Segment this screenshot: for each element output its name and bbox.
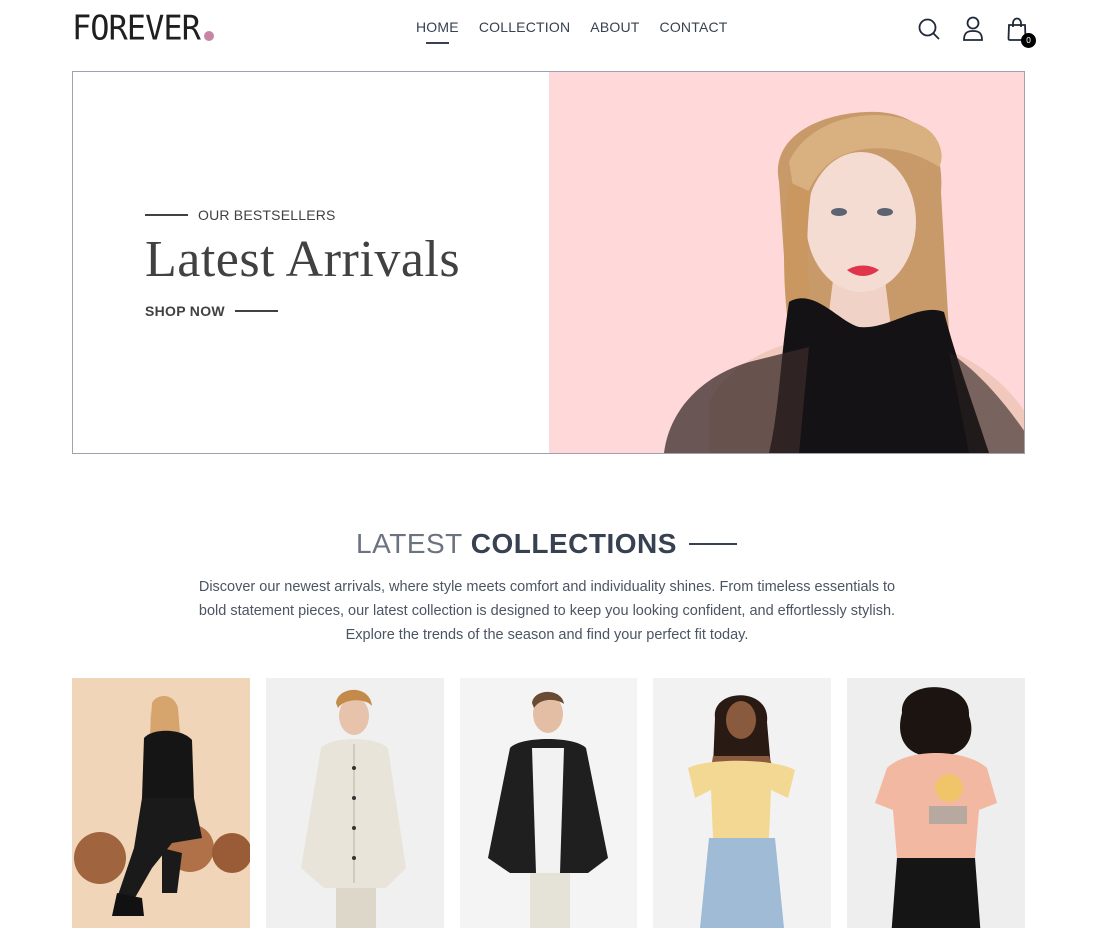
brand-name: FOREVER — [72, 8, 201, 48]
main-nav: HOME COLLECTION ABOUT CONTACT — [416, 19, 728, 44]
hero-image — [548, 72, 1024, 453]
nav-icons: 0 — [917, 16, 1036, 48]
product-grid — [72, 678, 1025, 928]
cart-button[interactable]: 0 — [1005, 16, 1036, 48]
hero-title: Latest Arrivals — [145, 231, 461, 288]
nav-about[interactable]: ABOUT — [590, 19, 639, 35]
product-image — [459, 678, 638, 928]
hero-text-panel: OUR BESTSELLERS Latest Arrivals SHOP NOW — [73, 72, 549, 453]
nav-collection[interactable]: COLLECTION — [479, 19, 570, 35]
shop-now-button[interactable]: SHOP NOW — [145, 303, 278, 319]
product-card[interactable] — [653, 678, 832, 928]
hero-tag-line — [145, 214, 188, 216]
product-card[interactable] — [847, 678, 1025, 928]
product-image — [653, 678, 832, 928]
title-line — [688, 543, 737, 545]
brand-logo[interactable]: FOREVER — [72, 8, 214, 48]
profile-icon[interactable] — [961, 16, 985, 42]
search-icon[interactable] — [917, 16, 941, 42]
product-image — [847, 678, 1025, 928]
cart-count-badge: 0 — [1021, 33, 1036, 48]
title-bold: COLLECTIONS — [470, 528, 677, 559]
collections-description: Discover our newest arrivals, where styl… — [198, 579, 896, 643]
hero-banner: OUR BESTSELLERS Latest Arrivals SHOP NOW — [72, 71, 1025, 454]
title-light: LATEST — [356, 528, 463, 559]
product-image — [72, 678, 250, 928]
brand-dot — [203, 31, 214, 41]
hero-tag: OUR BESTSELLERS — [145, 207, 336, 223]
product-image — [265, 678, 444, 928]
latest-collections-title: LATEST COLLECTIONS — [0, 528, 1093, 560]
navbar: FOREVER HOME COLLECTION ABOUT CONTACT 0 — [0, 0, 1093, 58]
shop-now-label: SHOP NOW — [145, 303, 225, 319]
shop-now-line — [234, 310, 278, 312]
nav-home[interactable]: HOME — [416, 19, 459, 44]
product-card[interactable] — [459, 678, 638, 928]
product-card[interactable] — [72, 678, 250, 928]
nav-contact[interactable]: CONTACT — [660, 19, 728, 35]
product-card[interactable] — [265, 678, 444, 928]
hero-tag-text: OUR BESTSELLERS — [198, 207, 336, 223]
